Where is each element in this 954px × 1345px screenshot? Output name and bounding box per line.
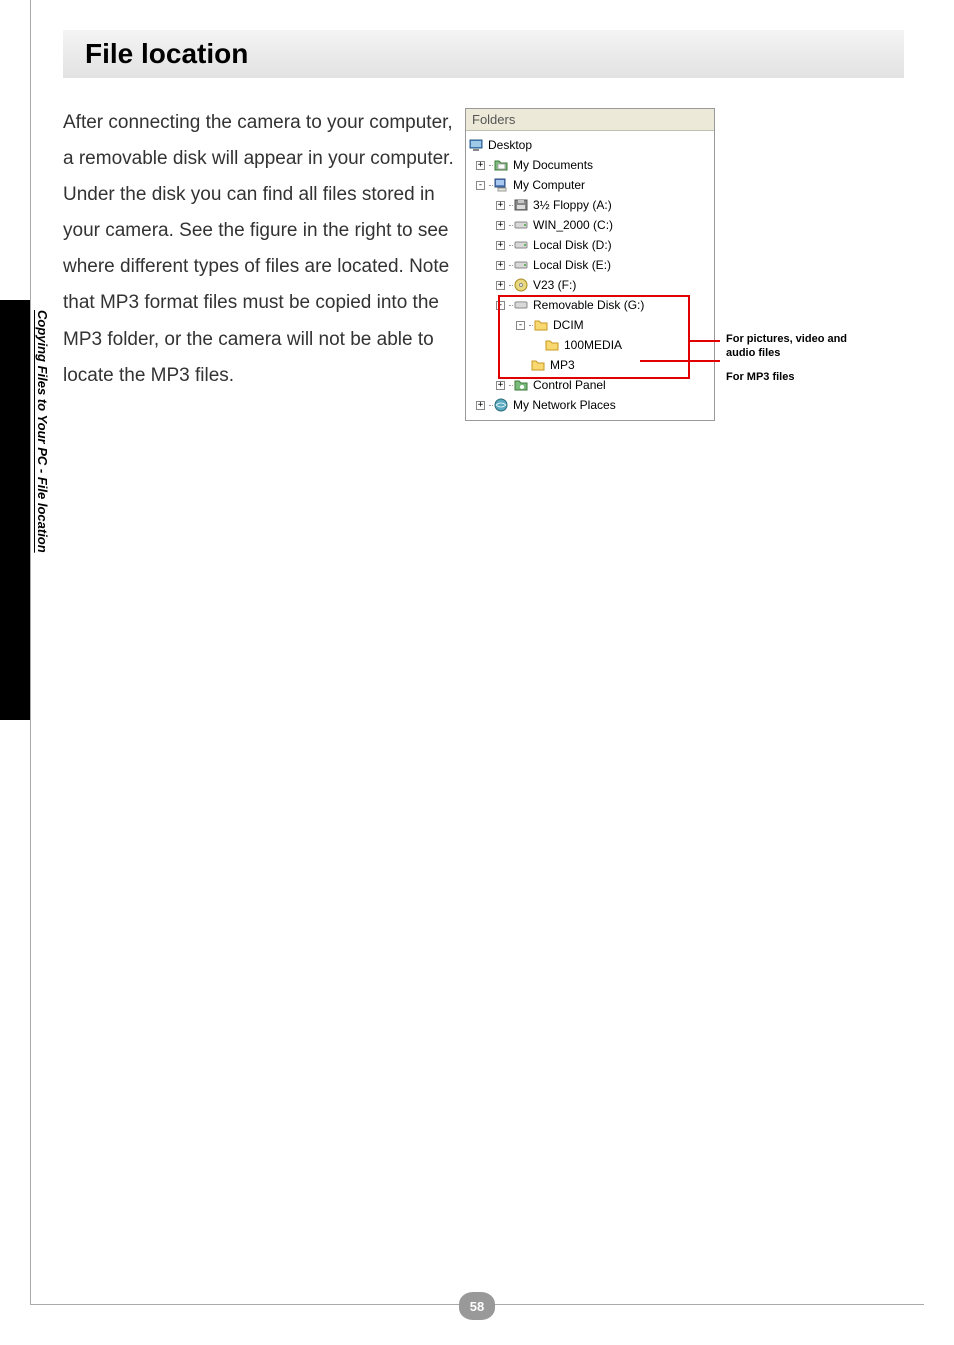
expand-icon[interactable]: +: [496, 281, 505, 290]
tree-label: 100MEDIA: [564, 338, 622, 352]
tree-row-network[interactable]: + My Network Places: [468, 395, 712, 415]
expand-icon[interactable]: +: [496, 201, 505, 210]
tree-row-mycomputer[interactable]: - My Computer: [468, 175, 712, 195]
tree-label: MP3: [550, 358, 575, 372]
folder-tree: Desktop + My Documents - My Computer +: [466, 131, 714, 420]
tree-label: My Computer: [513, 178, 585, 192]
callout-mp3-label: For MP3 files: [726, 370, 856, 384]
tree-label: Local Disk (E:): [533, 258, 611, 272]
hard-disk-icon: [513, 257, 529, 273]
control-panel-icon: [513, 377, 529, 393]
tree-row-mydocs[interactable]: + My Documents: [468, 155, 712, 175]
expand-icon[interactable]: +: [496, 381, 505, 390]
desktop-icon: [468, 137, 484, 153]
callout-line-mp3: [640, 360, 720, 362]
tree-row-floppy[interactable]: + 3½ Floppy (A:): [468, 195, 712, 215]
tree-label: My Documents: [513, 158, 593, 172]
my-documents-icon: [493, 157, 509, 173]
expand-icon[interactable]: +: [496, 241, 505, 250]
callout-line-media: [688, 340, 720, 342]
tree-label: Removable Disk (G:): [533, 298, 644, 312]
tree-row-mp3[interactable]: MP3: [468, 355, 712, 375]
page-number: 58: [459, 1292, 495, 1320]
tree-row-win2000[interactable]: + WIN_2000 (C:): [468, 215, 712, 235]
folder-icon: [533, 317, 549, 333]
tree-label: My Network Places: [513, 398, 616, 412]
tree-label: Control Panel: [533, 378, 606, 392]
expand-icon[interactable]: +: [476, 161, 485, 170]
hard-disk-icon: [513, 217, 529, 233]
collapse-icon[interactable]: -: [476, 181, 485, 190]
tree-row-removable[interactable]: - Removable Disk (G:): [468, 295, 712, 315]
tree-row-100media[interactable]: 100MEDIA: [468, 335, 712, 355]
expand-icon[interactable]: +: [496, 261, 505, 270]
tree-label: V23 (F:): [533, 278, 576, 292]
expand-icon[interactable]: +: [476, 401, 485, 410]
floppy-disk-icon: [513, 197, 529, 213]
tree-label: DCIM: [553, 318, 584, 332]
tree-label: 3½ Floppy (A:): [533, 198, 612, 212]
tree-row-dcim[interactable]: - DCIM: [468, 315, 712, 335]
section-heading: File location: [85, 38, 248, 70]
tree-row-localD[interactable]: + Local Disk (D:): [468, 235, 712, 255]
tree-label: Local Disk (D:): [533, 238, 612, 252]
hard-disk-icon: [513, 237, 529, 253]
folder-icon: [530, 357, 546, 373]
expand-icon[interactable]: +: [496, 221, 505, 230]
folder-icon: [544, 337, 560, 353]
side-tab-text: Copying Files to Your PC - File location: [30, 310, 50, 553]
section-heading-bar: File location: [63, 30, 904, 78]
cd-drive-icon: [513, 277, 529, 293]
tree-row-controlpanel[interactable]: + Control Panel: [468, 375, 712, 395]
my-computer-icon: [493, 177, 509, 193]
removable-disk-icon: [513, 297, 529, 313]
side-tab-black: [0, 300, 30, 720]
folders-pane-header: Folders: [466, 109, 714, 131]
callout-media-label: For pictures, video and audio files: [726, 332, 856, 361]
collapse-icon[interactable]: -: [516, 321, 525, 330]
folder-tree-figure: Folders Desktop + My Documents - My Comp…: [465, 108, 715, 421]
body-paragraph: After connecting the camera to your comp…: [63, 105, 458, 394]
tree-row-v23[interactable]: + V23 (F:): [468, 275, 712, 295]
tree-row-localE[interactable]: + Local Disk (E:): [468, 255, 712, 275]
collapse-icon[interactable]: -: [496, 301, 505, 310]
tree-row-desktop[interactable]: Desktop: [468, 135, 712, 155]
tree-label: Desktop: [488, 138, 532, 152]
tree-label: WIN_2000 (C:): [533, 218, 613, 232]
network-places-icon: [493, 397, 509, 413]
